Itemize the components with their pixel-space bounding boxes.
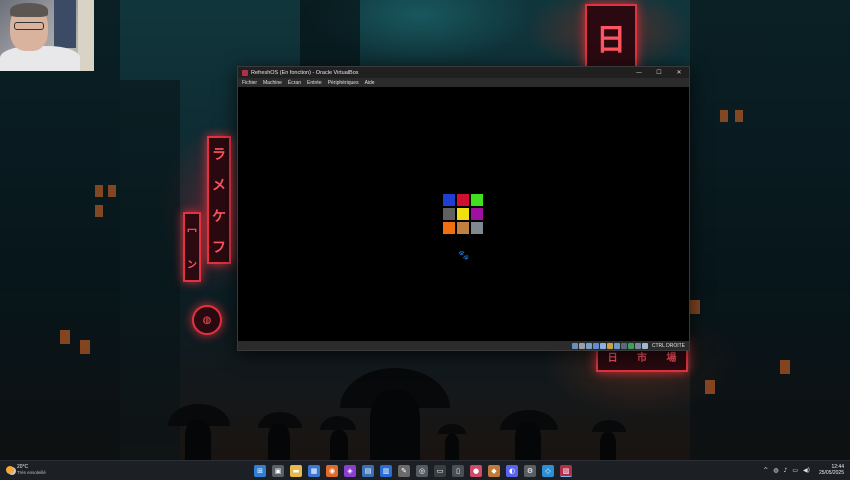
microphone-icon[interactable]: ♪	[783, 467, 787, 474]
close-button[interactable]: ✕	[669, 67, 689, 78]
show-hidden-icons-icon[interactable]: ^	[763, 467, 768, 474]
weather-widget[interactable]: 20°C Très ensoleillé	[6, 464, 46, 476]
optical-drive-icon[interactable]	[578, 342, 585, 349]
hard-disk-icon[interactable]	[571, 342, 578, 349]
menu-ecran[interactable]: Écran	[288, 80, 301, 86]
menu-bar: Fichier Machine Écran Entrée Périphériqu…	[238, 78, 689, 87]
terminal-icon[interactable]: ▭	[434, 465, 446, 477]
monitor-icon[interactable]: ▯	[452, 465, 464, 477]
apple-icon[interactable]: ●	[470, 465, 482, 477]
calculator-icon[interactable]: ▤	[362, 465, 374, 477]
paw-icon: 🐾	[458, 251, 470, 261]
display-icon[interactable]	[613, 342, 620, 349]
webcam-overlay	[0, 0, 94, 71]
boot-logo	[443, 194, 485, 236]
logo-cell	[457, 194, 469, 206]
logo-cell	[457, 208, 469, 220]
vm-screen[interactable]: 🐾	[238, 87, 689, 343]
start-icon[interactable]: ⊞	[254, 465, 266, 477]
menu-aide[interactable]: Aide	[365, 80, 375, 86]
taskbar-apps: ⊞ ▣ ▬ ▦ ◉ ◈ ▤ ▥ ✎ ◎ ▭ ▯ ● ◆ ◐ ⚙ ◇ ▧	[254, 465, 572, 477]
audio-icon[interactable]	[585, 342, 592, 349]
neon-sign-small: 冖ン	[183, 212, 201, 282]
colorful-icon[interactable]: ◆	[488, 465, 500, 477]
discord-icon[interactable]: ◐	[506, 465, 518, 477]
network-tray-icon[interactable]: ◍	[773, 467, 778, 474]
logo-cell	[471, 194, 483, 206]
vm-status-bar: CTRL DROITE	[238, 341, 689, 350]
minimize-button[interactable]: —	[629, 67, 649, 78]
neon-sign-top: 日	[585, 4, 637, 70]
logo-cell	[471, 222, 483, 234]
settings-icon[interactable]: ⚙	[524, 465, 536, 477]
window-title: RefreshOS (En fonction) - Oracle Virtual…	[251, 69, 359, 76]
volume-icon[interactable]: ◀)	[803, 467, 810, 474]
tool-icon[interactable]: ✎	[398, 465, 410, 477]
clock-date: 25/05/2025	[818, 470, 844, 476]
logo-cell	[443, 222, 455, 234]
virtualbox-icon[interactable]: ▧	[560, 465, 572, 477]
logo-cell	[457, 222, 469, 234]
browser-icon[interactable]: ◈	[344, 465, 356, 477]
logo-cell	[471, 208, 483, 220]
sun-icon	[6, 466, 14, 474]
menu-peripheriques[interactable]: Périphériques	[328, 80, 359, 86]
menu-fichier[interactable]: Fichier	[242, 80, 257, 86]
virtualbox-window[interactable]: RefreshOS (En fonction) - Oracle Virtual…	[237, 66, 690, 351]
host-key-label: CTRL DROITE	[651, 342, 685, 349]
monitor-tray-icon[interactable]: ▭	[792, 467, 798, 474]
neon-sign-vertical: ラメケフ	[207, 136, 231, 264]
dial-icon[interactable]: ◎	[416, 465, 428, 477]
window-titlebar[interactable]: RefreshOS (En fonction) - Oracle Virtual…	[238, 67, 689, 78]
logo-cell	[443, 208, 455, 220]
cpu-icon[interactable]	[627, 342, 634, 349]
menu-entree[interactable]: Entrée	[307, 80, 322, 86]
keyboard-icon[interactable]	[641, 342, 648, 349]
shared-folder-icon[interactable]	[606, 342, 613, 349]
file-explorer-icon[interactable]: ▬	[290, 465, 302, 477]
vscode-icon[interactable]: ◇	[542, 465, 554, 477]
taskbar: 20°C Très ensoleillé ⊞ ▣ ▬ ▦ ◉ ◈ ▤ ▥ ✎ ◎ ▭ ▯ ● ◆ ◐ ⚙ ◇ ▧ …	[0, 460, 850, 480]
menu-machine[interactable]: Machine	[263, 80, 282, 86]
store-icon[interactable]: ▦	[308, 465, 320, 477]
network-icon[interactable]	[592, 342, 599, 349]
virtualbox-app-icon	[242, 69, 248, 76]
recording-icon[interactable]	[620, 342, 627, 349]
maximize-button[interactable]: ☐	[649, 67, 669, 78]
logo-cell	[443, 194, 455, 206]
neon-sign-round: ◍	[192, 305, 222, 335]
firefox-icon[interactable]: ◉	[326, 465, 338, 477]
usb-icon[interactable]	[599, 342, 606, 349]
mouse-integration-icon[interactable]	[634, 342, 641, 349]
task-view-icon[interactable]: ▣	[272, 465, 284, 477]
clock[interactable]: 12:44 25/05/2025	[819, 464, 844, 476]
weather-description: Très ensoleillé	[17, 470, 46, 475]
system-tray: ^ ◍ ♪ ▭ ◀) 12:44 25/05/2025	[763, 464, 844, 476]
document-icon[interactable]: ▥	[380, 465, 392, 477]
